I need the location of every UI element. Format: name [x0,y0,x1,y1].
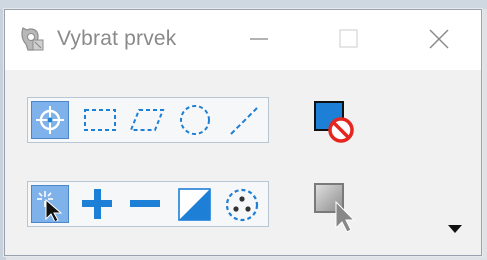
minimize-icon[interactable] [239,22,279,56]
background-strip-top [0,0,487,9]
window-title: Vybrat prvek [57,27,177,50]
selection-mode-toolbar [27,181,269,227]
add-selection-icon[interactable] [78,185,116,223]
selection-mode-icon[interactable] [306,180,358,233]
line-select-icon[interactable] [222,101,260,139]
parallelogram-select-icon[interactable] [126,101,165,139]
circle-select-icon[interactable] [174,101,212,139]
close-icon[interactable] [419,22,459,56]
rectangle-select-icon[interactable] [78,101,116,139]
new-selection-icon[interactable] [31,185,69,223]
crosshair-select-icon[interactable] [31,101,69,139]
selection-method-toolbar [27,97,269,143]
select-all-icon[interactable] [222,185,260,223]
select-element-dialog: Vybrat prvek [4,9,482,256]
subtract-selection-icon[interactable] [126,185,164,223]
clear-selection-icon[interactable] [306,98,358,150]
invert-selection-icon[interactable] [174,185,212,223]
title-bar[interactable]: Vybrat prvek [5,10,481,70]
dropdown-arrow-icon[interactable] [447,220,463,233]
selection-tool-icon [17,24,47,54]
dialog-content [5,70,481,255]
maximize-icon[interactable] [328,22,368,56]
